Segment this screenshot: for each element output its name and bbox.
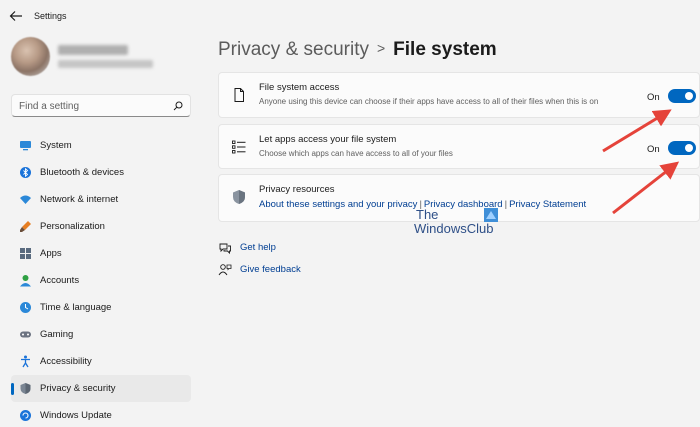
about-privacy-link[interactable]: About these settings and your privacy: [259, 199, 417, 210]
setting-title: Let apps access your file system: [259, 134, 397, 145]
sidebar-item-privacy-security[interactable]: Privacy & security: [11, 375, 191, 402]
watermark-logo-icon: [484, 208, 498, 222]
title-bar: Settings: [0, 0, 700, 32]
sidebar-item-label: Accounts: [40, 275, 80, 286]
breadcrumb-parent[interactable]: Privacy & security: [218, 39, 369, 60]
breadcrumb: Privacy & security > File system: [218, 39, 497, 61]
user-email-blurred: [58, 60, 153, 68]
sidebar-item-label: Personalization: [40, 221, 105, 232]
privacy-statement-link[interactable]: Privacy Statement: [509, 199, 586, 210]
watermark: The WindowsClub: [414, 207, 504, 239]
windows-update-icon: [19, 409, 32, 422]
brush-icon: [19, 220, 32, 233]
privacy-resources-title: Privacy resources: [259, 184, 335, 195]
setting-description: Anyone using this device can choose if t…: [259, 97, 599, 106]
sidebar-item-label: System: [40, 140, 72, 151]
search-box[interactable]: [11, 94, 191, 117]
sidebar-item-label: Windows Update: [40, 410, 112, 421]
list-icon: [232, 140, 246, 154]
user-name-blurred: [58, 45, 128, 55]
sidebar-item-bluetooth[interactable]: Bluetooth & devices: [11, 159, 191, 186]
sidebar-item-accessibility[interactable]: Accessibility: [11, 348, 191, 375]
sidebar-item-label: Network & internet: [40, 194, 119, 205]
sidebar-item-gaming[interactable]: Gaming: [11, 321, 191, 348]
sidebar-item-apps[interactable]: Apps: [11, 240, 191, 267]
toggle-state-label: On: [647, 144, 660, 155]
page-title: File system: [393, 39, 497, 60]
sidebar-item-label: Gaming: [40, 329, 74, 340]
watermark-line2: WindowsClub: [414, 221, 494, 236]
help-icon: [219, 243, 231, 255]
feedback-icon: [218, 264, 232, 276]
file-system-access-toggle[interactable]: [668, 89, 696, 103]
shield-icon: [233, 190, 245, 204]
app-title: Settings: [34, 11, 67, 21]
apps-icon: [19, 247, 32, 260]
sidebar-item-label: Privacy & security: [40, 383, 116, 394]
sidebar-item-time-language[interactable]: Time & language: [11, 294, 191, 321]
sidebar-item-personalization[interactable]: Personalization: [11, 213, 191, 240]
sidebar-item-accounts[interactable]: Accounts: [11, 267, 191, 294]
shield-icon: [19, 382, 32, 395]
search-icon[interactable]: [173, 101, 183, 111]
watermark-line1: The: [416, 207, 439, 222]
time-language-icon: [19, 301, 32, 314]
sidebar-item-label: Accessibility: [40, 356, 92, 367]
sidebar-item-label: Apps: [40, 248, 62, 259]
accounts-icon: [19, 274, 32, 287]
sidebar-item-windows-update[interactable]: Windows Update: [11, 402, 191, 427]
avatar[interactable]: [11, 37, 50, 76]
toggle-knob: [685, 92, 693, 100]
breadcrumb-separator: >: [376, 40, 386, 56]
sidebar-item-system[interactable]: System: [11, 132, 191, 159]
sidebar-item-label: Bluetooth & devices: [40, 167, 124, 178]
sidebar-item-network[interactable]: Network & internet: [11, 186, 191, 213]
search-input[interactable]: [19, 99, 169, 113]
document-icon: [234, 88, 244, 102]
bluetooth-icon: [19, 166, 32, 179]
setting-description: Choose which apps can have access to all…: [259, 149, 453, 158]
toggle-state-label: On: [647, 92, 660, 103]
sidebar-item-label: Time & language: [40, 302, 112, 313]
accessibility-icon: [19, 355, 32, 368]
link-separator: |: [504, 199, 508, 210]
give-feedback-link[interactable]: Give feedback: [240, 264, 301, 275]
back-arrow-icon[interactable]: [8, 9, 24, 23]
toggle-knob: [685, 144, 693, 152]
apps-access-toggle[interactable]: [668, 141, 696, 155]
gaming-icon: [19, 328, 32, 341]
get-help-link[interactable]: Get help: [240, 242, 276, 253]
sidebar-nav: System Bluetooth & devices Network & int…: [11, 132, 191, 427]
apps-access-card: Let apps access your file system Choose …: [218, 124, 700, 169]
network-icon: [19, 193, 32, 206]
setting-title: File system access: [259, 82, 340, 93]
file-system-access-card: File system access Anyone using this dev…: [218, 72, 700, 118]
system-icon: [19, 139, 32, 152]
